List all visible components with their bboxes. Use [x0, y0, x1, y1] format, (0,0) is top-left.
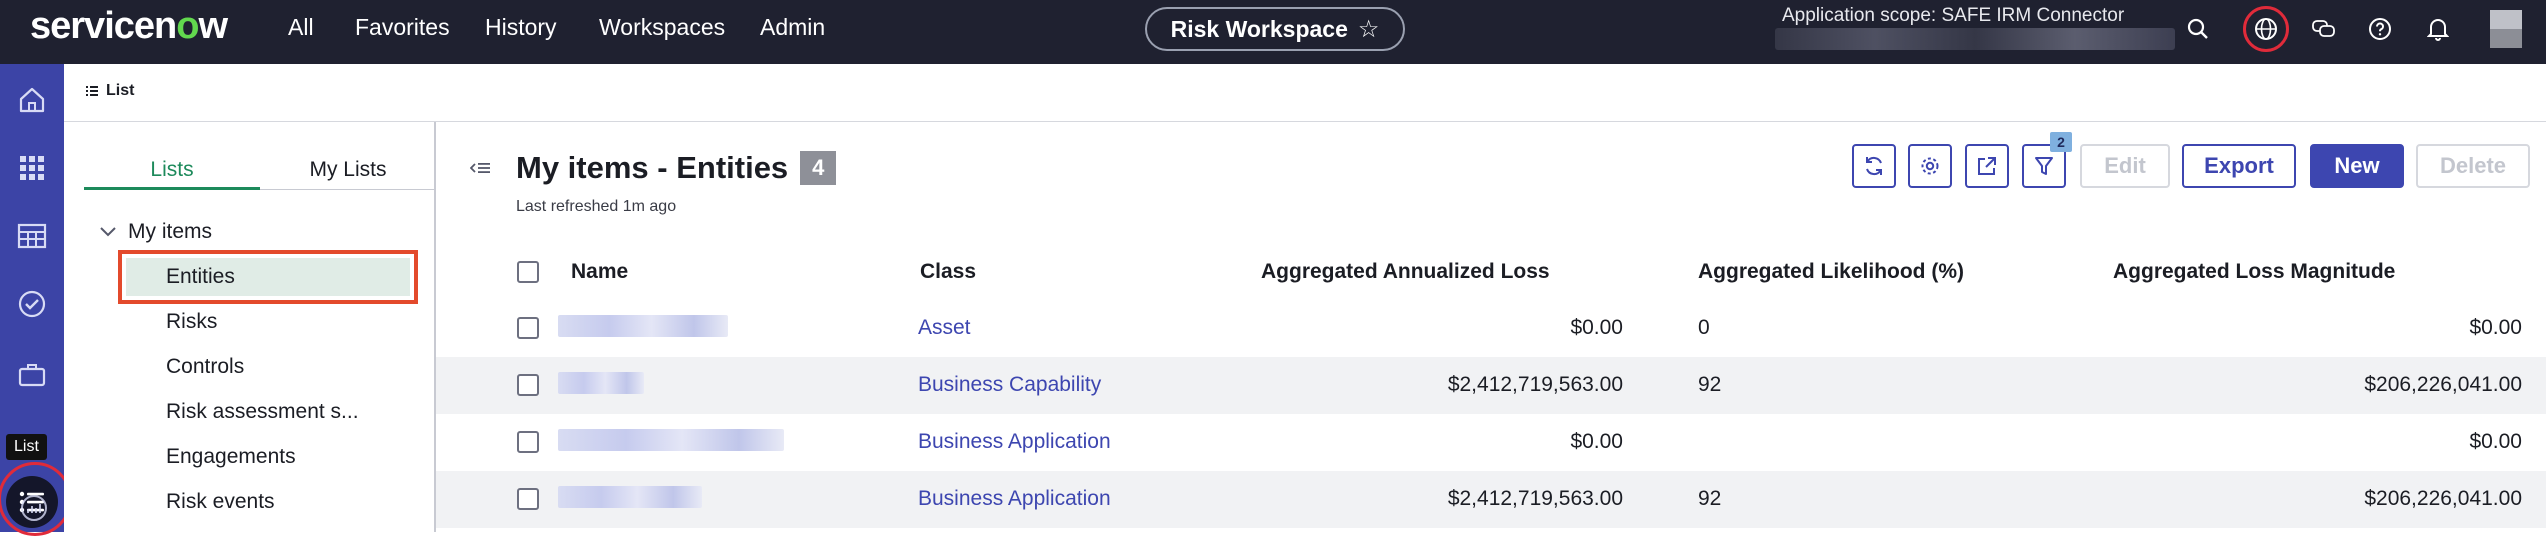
favorite-star-icon[interactable]: ☆	[1358, 15, 1380, 44]
loss-magnitude-cell: $0.00	[2469, 430, 2522, 453]
nav-admin[interactable]: Admin	[760, 12, 825, 42]
loss-magnitude-cell: $0.00	[2469, 316, 2522, 339]
redacted-name	[558, 315, 728, 337]
collapse-panel-icon[interactable]	[469, 158, 490, 181]
servicenow-logo[interactable]: servicenow	[30, 6, 228, 46]
column-header-class[interactable]: Class	[920, 258, 976, 286]
filter-count-badge: 2	[2050, 132, 2072, 152]
refresh-icon	[1866, 156, 1882, 176]
globe-icon[interactable]	[2250, 13, 2282, 45]
redacted-name	[558, 429, 784, 451]
nav-favorites[interactable]: Favorites	[355, 12, 450, 42]
tree-item-engagements[interactable]: Engagements	[166, 443, 296, 471]
row-checkbox[interactable]	[517, 317, 539, 339]
table-row[interactable]: Business Application $2,412,719,563.00 9…	[436, 471, 2546, 528]
likelihood-cell: 92	[1698, 487, 1722, 510]
record-count-badge: 4	[800, 151, 837, 185]
avatar[interactable]	[2490, 10, 2522, 48]
annualized-loss-cell: $0.00	[1570, 430, 1623, 453]
redacted-name	[558, 486, 702, 508]
refresh-button[interactable]	[1852, 144, 1896, 188]
nav-workspaces[interactable]: Workspaces	[599, 12, 725, 42]
new-button[interactable]: New	[2310, 144, 2404, 188]
tree-item-controls[interactable]: Controls	[166, 353, 244, 381]
selected-item-highlight	[118, 250, 418, 304]
annualized-loss-cell: $0.00	[1570, 316, 1623, 339]
breadcrumb-label: List	[106, 82, 135, 99]
column-header-loss-magnitude[interactable]: Aggregated Loss Magnitude	[2113, 258, 2395, 286]
share-icon	[1978, 157, 1996, 175]
redacted-name	[558, 372, 644, 394]
page-title-text: My items - Entities	[516, 150, 789, 185]
last-refreshed: Last refreshed 1m ago	[516, 198, 677, 215]
top-header: servicenow All Favorites History Workspa…	[0, 0, 2546, 64]
row-checkbox[interactable]	[517, 374, 539, 396]
chat-icon[interactable]	[2308, 13, 2340, 45]
list-small-icon	[86, 86, 98, 96]
lists-panel: Lists My Lists My items Entities Risks C…	[64, 122, 436, 532]
column-header-name[interactable]: Name	[571, 258, 628, 286]
annualized-loss-cell: $2,412,719,563.00	[1447, 373, 1623, 396]
search-icon[interactable]	[2182, 13, 2214, 45]
left-rail: List	[0, 64, 72, 536]
delete-button[interactable]: Delete	[2416, 144, 2530, 188]
annualized-loss-cell: $2,412,719,563.00	[1447, 487, 1623, 510]
row-checkbox[interactable]	[517, 488, 539, 510]
tree-group-label: My items	[128, 220, 212, 243]
redacted-scope-detail	[1775, 28, 2175, 50]
analytics-icon[interactable]	[14, 488, 54, 528]
gear-icon	[1921, 157, 1939, 175]
workspace-title: Risk Workspace	[1170, 15, 1348, 42]
help-icon[interactable]	[2364, 13, 2396, 45]
nav-history[interactable]: History	[485, 12, 557, 42]
list-main: My items - Entities 4 Last refreshed 1m …	[436, 122, 2546, 532]
loss-magnitude-cell: $206,226,041.00	[2364, 487, 2522, 510]
likelihood-cell: 92	[1698, 373, 1722, 396]
lists-tabs: Lists My Lists	[84, 154, 436, 190]
likelihood-cell: 0	[1698, 316, 1710, 339]
row-checkbox[interactable]	[517, 431, 539, 453]
table-icon[interactable]	[12, 216, 52, 256]
breadcrumb[interactable]: List	[86, 82, 134, 100]
share-button[interactable]	[1965, 144, 2009, 188]
table-row[interactable]: Business Capability $2,412,719,563.00 92…	[436, 357, 2546, 414]
breadcrumb-bar: List	[64, 64, 2546, 122]
tree-group-my-items[interactable]: My items	[100, 220, 212, 244]
workspace-title-pill[interactable]: Risk Workspace ☆	[1145, 7, 1405, 51]
export-button[interactable]: Export	[2182, 144, 2296, 188]
tab-my-lists[interactable]: My Lists	[260, 154, 436, 190]
edit-button[interactable]: Edit	[2080, 144, 2170, 188]
column-header-annualized-loss[interactable]: Aggregated Annualized Loss	[1261, 258, 1550, 286]
class-link[interactable]: Business Application	[918, 485, 1111, 513]
checkmark-circle-icon[interactable]	[12, 284, 52, 324]
class-link[interactable]: Business Application	[918, 428, 1111, 456]
page-title: My items - Entities 4	[516, 148, 837, 188]
tree-item-risk-events[interactable]: Risk events	[166, 488, 275, 516]
home-icon[interactable]	[12, 80, 52, 120]
settings-button[interactable]	[1908, 144, 1952, 188]
table-row[interactable]: Business Application $0.00 $0.00	[436, 414, 2546, 471]
tree-item-entities[interactable]: Entities	[166, 263, 235, 291]
select-all-checkbox[interactable]	[517, 261, 539, 283]
column-header-likelihood[interactable]: Aggregated Likelihood (%)	[1698, 258, 1964, 286]
class-link[interactable]: Asset	[918, 314, 971, 342]
class-link[interactable]: Business Capability	[918, 371, 1101, 399]
table-row[interactable]: Asset $0.00 0 $0.00	[436, 300, 2546, 357]
apps-grid-icon[interactable]	[12, 148, 52, 188]
tab-lists[interactable]: Lists	[84, 154, 260, 190]
tree-item-risks[interactable]: Risks	[166, 308, 217, 336]
briefcase-icon[interactable]	[12, 354, 52, 394]
tree-item-risk-assessment[interactable]: Risk assessment s...	[166, 398, 359, 426]
application-scope: Application scope: SAFE IRM Connector	[1782, 5, 2125, 26]
filter-icon	[2035, 157, 2053, 175]
bell-icon[interactable]	[2422, 13, 2454, 45]
loss-magnitude-cell: $206,226,041.00	[2364, 373, 2522, 396]
list-tooltip: List	[6, 434, 47, 460]
nav-all[interactable]: All	[288, 12, 314, 42]
chevron-down-icon[interactable]	[100, 227, 116, 237]
